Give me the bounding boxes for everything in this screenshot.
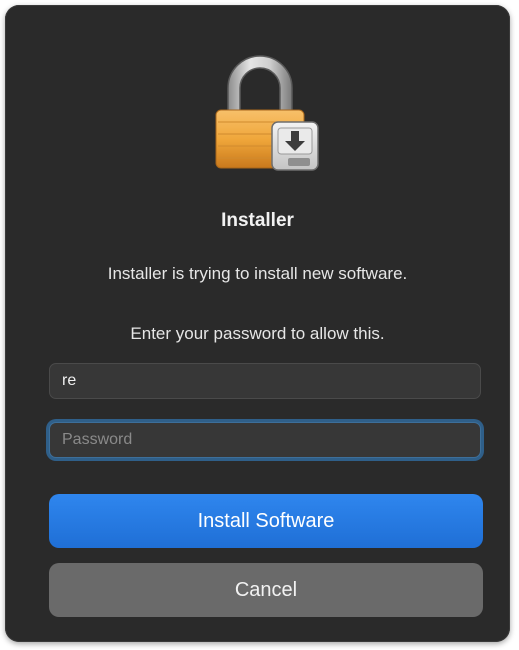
authorization-dialog: Installer Installer is trying to install… [5, 5, 510, 642]
cancel-button[interactable]: Cancel [49, 563, 483, 617]
install-software-button[interactable]: Install Software [49, 494, 483, 548]
dialog-message: Installer is trying to install new softw… [107, 264, 408, 283]
dialog-prompt: Enter your password to allow this. [130, 324, 385, 343]
username-field[interactable] [49, 363, 481, 399]
password-field[interactable] [49, 422, 481, 458]
dialog-title: Installer [221, 210, 294, 231]
installer-lock-icon [210, 50, 330, 175]
